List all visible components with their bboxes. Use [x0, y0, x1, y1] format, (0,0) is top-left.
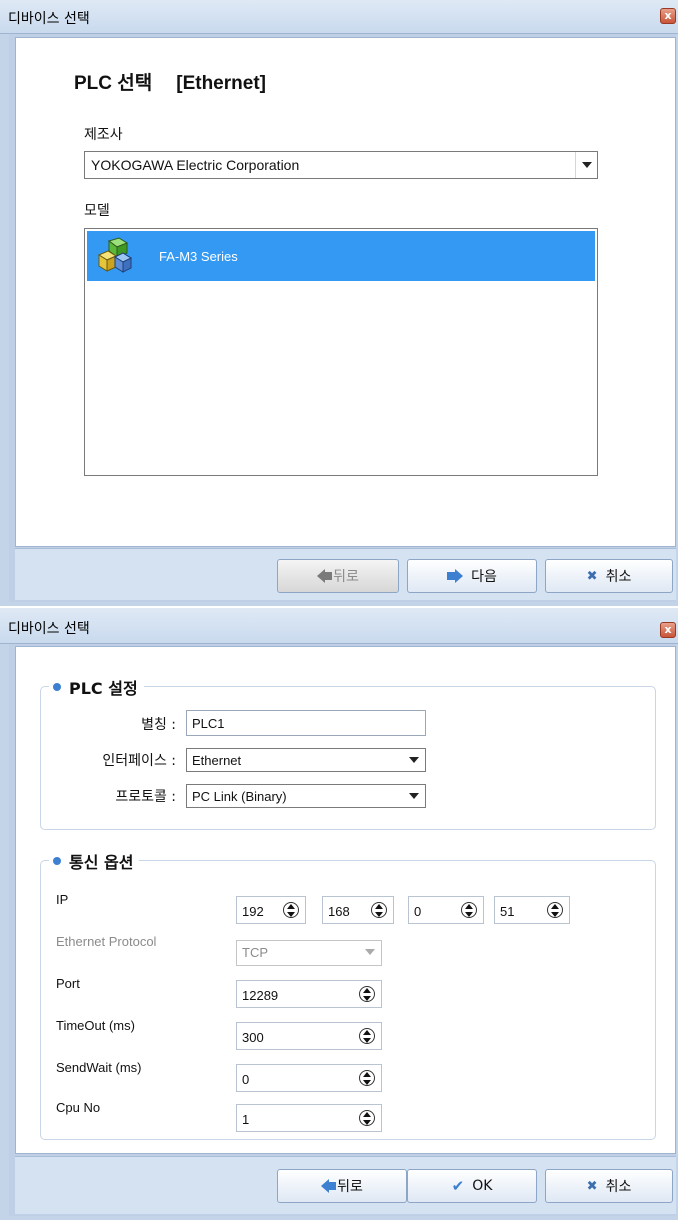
cpu-no-value: 1 [242, 1112, 250, 1127]
interface-label: 인터페이스 : [102, 753, 176, 769]
chevron-down-icon[interactable] [575, 152, 597, 178]
ip-octet-1[interactable]: 192 [236, 896, 306, 924]
cancel-button[interactable]: ✖ 취소 [545, 1169, 673, 1203]
bullet-icon [53, 683, 61, 691]
next-button[interactable]: 다음 [407, 559, 537, 593]
timeout-value: 300 [242, 1030, 264, 1045]
model-label: 모델 [84, 203, 110, 219]
spinner-icon[interactable] [371, 902, 387, 918]
group-title: 통신 옵션 [49, 849, 140, 873]
ip-label: IP [56, 892, 69, 907]
protocol-select[interactable]: PC Link (Binary) [186, 784, 426, 808]
spinner-icon[interactable] [283, 902, 299, 918]
model-list[interactable]: FA-M3 Series [84, 228, 598, 476]
timeout-label: TimeOut (ms) [56, 1018, 135, 1033]
chevron-down-icon[interactable] [403, 749, 425, 771]
alias-input[interactable]: PLC1 [186, 710, 426, 736]
spinner-icon[interactable] [359, 986, 375, 1002]
timeout-input[interactable]: 300 [236, 1022, 382, 1050]
back-button-label: 뒤로 [333, 569, 359, 585]
manufacturer-select[interactable]: YOKOGAWA Electric Corporation [84, 151, 598, 179]
arrow-left-icon [321, 1179, 337, 1193]
ip-octet-4[interactable]: 51 [494, 896, 570, 924]
ethernet-protocol-value: TCP [242, 945, 268, 960]
comm-options-title: 통신 옵션 [69, 853, 134, 872]
dialog-footer: 뒤로 다음 ✖ 취소 [15, 548, 676, 600]
chevron-down-icon [359, 941, 381, 965]
ip-octet-value: 51 [500, 904, 515, 919]
device-select-dialog-2: 디바이스 선택 x PLC 설정 별칭 : PLC1 인터페이스 : Ether… [0, 608, 678, 1220]
list-item[interactable]: FA-M3 Series [87, 231, 595, 281]
protocol-label: 프로토콜 : [115, 789, 176, 805]
arrow-left-icon [317, 569, 333, 583]
chevron-down-icon[interactable] [403, 785, 425, 807]
plc-settings-title: PLC 설정 [69, 679, 138, 698]
protocol-value: PC Link (Binary) [192, 789, 287, 804]
port-label: Port [56, 976, 80, 991]
device-select-dialog-1: 디바이스 선택 x PLC 선택 [Ethernet] 제조사 YOKOGAWA … [0, 0, 678, 606]
plc-cubes-icon [97, 237, 133, 273]
port-value: 12289 [242, 988, 279, 1003]
dialog-title: 디바이스 선택 [8, 621, 90, 637]
back-button[interactable]: 뒤로 [277, 1169, 407, 1203]
bullet-icon [53, 857, 61, 865]
title-bar: 디바이스 선택 x [0, 0, 678, 34]
sendwait-value: 0 [242, 1072, 250, 1087]
ip-octet-2[interactable]: 168 [322, 896, 394, 924]
dialog-title: 디바이스 선택 [8, 11, 90, 27]
spinner-icon[interactable] [359, 1028, 375, 1044]
port-input[interactable]: 12289 [236, 980, 382, 1008]
page-title-text: PLC 선택 [74, 73, 153, 94]
spinner-icon[interactable] [359, 1070, 375, 1086]
cancel-button-label: 취소 [605, 1179, 632, 1195]
sendwait-label: SendWait (ms) [56, 1060, 142, 1075]
next-button-label: 다음 [471, 569, 497, 585]
cpu-no-label: Cpu No [56, 1100, 101, 1115]
ip-octet-value: 168 [328, 904, 350, 919]
spinner-icon[interactable] [359, 1110, 375, 1126]
close-button[interactable]: x [660, 8, 676, 24]
back-button[interactable]: 뒤로 [277, 559, 399, 593]
ethernet-protocol-label: Ethernet Protocol [56, 934, 157, 949]
checkmark-icon: ✔ [451, 1177, 465, 1195]
ok-button-label: OK [472, 1178, 493, 1194]
group-title: PLC 설정 [49, 675, 144, 699]
close-icon: ✖ [586, 568, 598, 584]
spinner-icon[interactable] [461, 902, 477, 918]
close-icon: ✖ [586, 1178, 598, 1194]
close-button[interactable]: x [660, 622, 676, 638]
connection-type-tag: [Ethernet] [176, 73, 266, 94]
manufacturer-label: 제조사 [84, 127, 123, 143]
alias-label: 별칭 : [141, 717, 176, 733]
ok-button[interactable]: ✔ OK [407, 1169, 537, 1203]
spinner-icon[interactable] [547, 902, 563, 918]
dialog-footer: 뒤로 ✔ OK ✖ 취소 [15, 1156, 676, 1214]
interface-select[interactable]: Ethernet [186, 748, 426, 772]
cpu-no-input[interactable]: 1 [236, 1104, 382, 1132]
interface-value: Ethernet [192, 753, 242, 768]
arrow-right-icon [447, 569, 464, 583]
title-bar: 디바이스 선택 x [0, 608, 678, 644]
back-button-label: 뒤로 [337, 1179, 363, 1195]
ip-octet-3[interactable]: 0 [408, 896, 484, 924]
cancel-button-label: 취소 [605, 569, 632, 585]
model-name: FA-M3 Series [159, 249, 238, 264]
sendwait-input[interactable]: 0 [236, 1064, 382, 1092]
ip-octet-value: 0 [414, 904, 422, 919]
manufacturer-value: YOKOGAWA Electric Corporation [91, 157, 300, 173]
cancel-button[interactable]: ✖ 취소 [545, 559, 673, 593]
ethernet-protocol-select: TCP [236, 940, 382, 966]
page-title: PLC 선택 [Ethernet] [74, 68, 266, 95]
ip-octet-value: 192 [242, 904, 264, 919]
